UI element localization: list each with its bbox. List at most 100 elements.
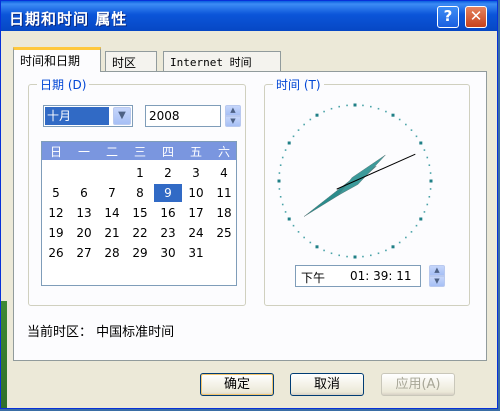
clock-minute-mark [405,236,407,239]
year-up-arrow-icon[interactable]: ▲ [225,105,241,116]
clock-minute-mark [426,203,429,206]
clock-minute-mark [377,107,380,110]
clock-minute-mark [428,164,431,166]
clock-minute-mark [410,231,413,233]
clock-minute-mark [278,172,281,174]
clock-hour-mark [353,103,357,107]
current-timezone: 当前时区： 中国标准时间 [27,321,174,340]
clock-minute-mark [292,224,295,227]
clock-minute-mark [429,172,432,174]
calendar-day[interactable]: 26 [42,244,70,262]
calendar-day[interactable]: 12 [42,204,70,222]
timezone-label: 当前时区： [27,325,93,340]
calendar-day[interactable]: 15 [126,204,154,222]
calendar-day[interactable]: 23 [154,224,182,242]
clock-hour-mark [391,113,395,117]
calendar-day[interactable]: 29 [126,244,154,262]
calendar-day[interactable]: 3 [182,164,210,182]
clock-minute-mark [303,236,305,239]
calendar-day[interactable]: 14 [98,204,126,222]
clock-minute-mark [281,203,284,206]
apply-button[interactable]: 应用(A) [381,373,455,396]
clock-hour-hand [338,154,386,196]
clock-minute-mark [377,252,380,255]
calendar-day[interactable]: 11 [210,184,238,202]
weekday-label: 四 [161,145,174,159]
month-dropdown[interactable]: 十月 ▼ [43,105,133,127]
calendar-day[interactable]: 22 [126,224,154,242]
calendar-day[interactable]: 18 [210,204,238,222]
clock-hour-mark [391,245,395,249]
calendar-day[interactable]: 7 [98,184,126,202]
clock-minute-mark [323,110,325,113]
calendar-day-selected[interactable]: 9 [154,184,182,202]
calendar-day[interactable]: 5 [42,184,70,202]
date-group-label: 日期 (D) [37,76,90,93]
clock-hour-mark [419,217,423,221]
clock-minute-mark [415,224,418,227]
year-down-arrow-icon[interactable]: ▼ [225,116,241,127]
month-value: 十月 [45,107,109,125]
calendar-day[interactable]: 30 [154,244,182,262]
year-spinner[interactable]: ▲ ▼ [225,105,241,127]
clock-minute-mark [370,254,372,257]
clock-minute-mark [426,156,429,159]
clock-minute-mark [385,110,387,113]
calendar-day[interactable]: 20 [70,224,98,242]
year-input[interactable]: 2008 [145,105,221,127]
calendar-day[interactable]: 1 [126,164,154,182]
window-title: 日期和时间 属性 [9,10,128,28]
clock-minute-mark [398,241,401,244]
time-down-arrow-icon[interactable]: ▼ [429,276,445,287]
clock-hour-mark [287,217,291,221]
help-button[interactable]: ? [437,6,459,28]
clock-minute-mark [346,104,348,107]
clock-minute-mark [309,241,312,244]
tab-date-and-time[interactable]: 时间和日期 [13,47,101,72]
time-group-label: 时间 (T) [273,76,324,93]
clock-minute-mark [405,123,407,126]
time-input[interactable]: 下午 01: 39: 11 [295,265,421,287]
calendar-day[interactable]: 25 [210,224,238,242]
calendar-day[interactable]: 2 [154,164,182,182]
calendar-grid[interactable]: 日一二三四五六 1 2 3 4 5 6 7 8 9 10 11 12 13 14 15 16 17 18 19 20 2… [41,141,237,286]
clock-hour-mark [353,255,357,259]
clock-minute-mark [423,211,426,213]
desktop-background [1,301,7,408]
calendar-day[interactable]: 27 [70,244,98,262]
calendar-day[interactable]: 6 [70,184,98,202]
clock-hour-mark [287,141,291,145]
calendar-day[interactable]: 16 [154,204,182,222]
date-time-properties-window: 日期和时间 属性 ? ✕ 时间和日期 时区 Internet 时间 日期 (D)… [0,0,498,409]
time-spinner[interactable]: ▲ ▼ [429,265,445,287]
calendar-day[interactable]: 19 [42,224,70,242]
clock-minute-mark [279,164,282,166]
calendar-day[interactable]: 17 [182,204,210,222]
calendar-day[interactable]: 28 [98,244,126,262]
tab-time-zone[interactable]: 时区 [105,51,157,71]
calendar-day[interactable]: 4 [210,164,238,182]
chevron-down-icon[interactable]: ▼ [113,107,131,125]
calendar-day[interactable]: 8 [126,184,154,202]
analog-clock [277,103,433,259]
clock-minute-mark [297,129,300,131]
calendar-day[interactable]: 31 [182,244,210,262]
clock-minute-mark [323,249,325,252]
time-up-arrow-icon[interactable]: ▲ [429,265,445,276]
clock-hour-mark [315,245,319,249]
ok-button[interactable]: 确定 [200,373,274,396]
title-bar[interactable]: 日期和时间 属性 ? ✕ [1,1,497,31]
clock-minute-mark [346,255,348,258]
clock-minute-mark [338,254,340,257]
cancel-button[interactable]: 取消 [290,373,364,396]
calendar-day[interactable]: 10 [182,184,210,202]
clock-minute-mark [284,149,287,151]
clock-minute-mark [338,105,340,108]
calendar-day[interactable]: 13 [70,204,98,222]
weekday-label: 六 [217,145,230,159]
close-button[interactable]: ✕ [465,6,487,28]
clock-hour-mark [315,113,319,117]
calendar-day[interactable]: 24 [182,224,210,242]
calendar-day[interactable]: 21 [98,224,126,242]
tab-internet-time[interactable]: Internet 时间 [163,51,281,71]
